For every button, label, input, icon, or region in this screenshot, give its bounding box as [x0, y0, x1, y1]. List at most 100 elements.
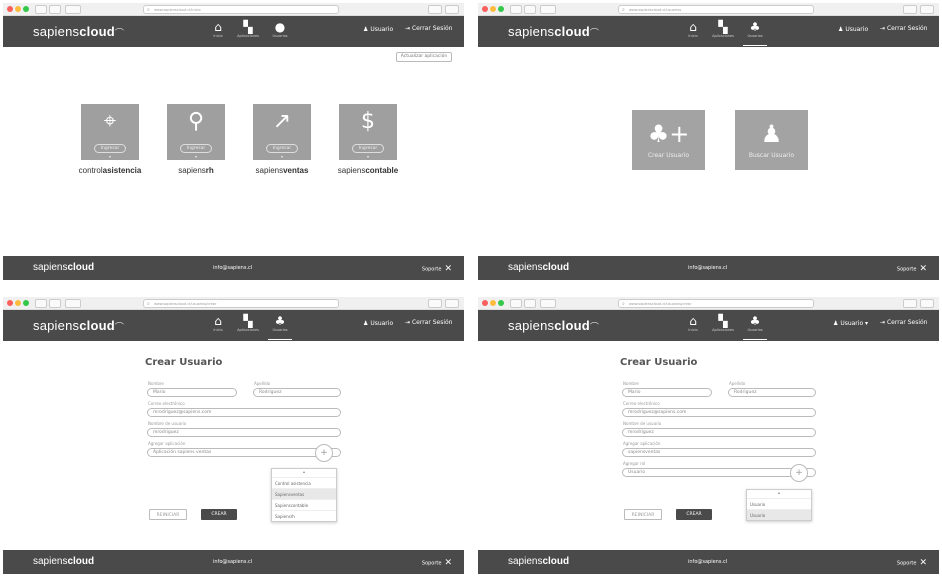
tabs-button[interactable] [445, 5, 459, 14]
nav-aplicaciones[interactable]: ▚ Aplicaciones [233, 314, 263, 338]
logout-button[interactable]: ⇥ Cerrar Sesión [880, 25, 927, 32]
dropdown-item[interactable]: Usuario [747, 498, 811, 509]
share-button[interactable] [428, 5, 442, 14]
nav-usuarios[interactable]: ♣ Usuarios [740, 20, 770, 46]
create-button[interactable]: CREAR [201, 509, 237, 520]
support-link[interactable]: Soporte ✕ [422, 264, 452, 274]
app-tile-rh[interactable]: ⚲ Ingresar ▾ [167, 104, 225, 160]
nav-aplicaciones[interactable]: ▚ Aplicaciones [233, 20, 263, 44]
forward-button[interactable] [524, 5, 536, 14]
nombre-field[interactable]: Mario [147, 388, 237, 397]
logo[interactable]: sapienscloud⌒ [508, 318, 599, 333]
maximize-dot[interactable] [23, 6, 29, 12]
maximize-dot[interactable] [498, 6, 504, 12]
close-dot[interactable] [482, 300, 488, 306]
footer-email[interactable]: info@sapiens.cl [213, 265, 252, 271]
nav-inicio[interactable]: ⌂ Inicio [678, 314, 708, 338]
apps-icon: ▚ [718, 314, 728, 328]
search-user-tile[interactable]: ♟ Buscar Usuario [735, 110, 808, 170]
nav-usuarios[interactable]: ● Usuarios [265, 20, 295, 44]
apellido-field[interactable]: Rodriguez [728, 388, 816, 397]
dropdown-item[interactable]: Control asistencia [272, 477, 336, 488]
sidebar-button[interactable] [65, 299, 81, 308]
tabs-button[interactable] [920, 5, 934, 14]
back-button[interactable] [35, 5, 47, 14]
user-menu[interactable]: ♟ Usuario ▾ [833, 320, 868, 327]
logo[interactable]: sapienscloud⌒ [508, 24, 599, 39]
update-app-button[interactable]: Actualizar aplicación [396, 52, 452, 62]
close-dot[interactable] [482, 6, 488, 12]
app-tile-contable[interactable]: $ Ingresar ▾ [339, 104, 397, 160]
correo-field[interactable]: mrodriguez@sapiens.com [622, 408, 816, 417]
forward-button[interactable] [49, 5, 61, 14]
create-button[interactable]: CREAR [676, 509, 712, 520]
url-bar[interactable]: ⌕ www.sapienscloud.cl/usuarios/crear [143, 299, 339, 308]
reset-button[interactable]: REINICIAR [624, 509, 662, 520]
minimize-dot[interactable] [490, 6, 496, 12]
back-button[interactable] [35, 299, 47, 308]
url-bar[interactable]: ⌕ www.sapienscloud.cl/inicio [143, 5, 339, 14]
reset-button[interactable]: REINICIAR [149, 509, 187, 520]
logo[interactable]: sapienscloud⌒ [33, 318, 124, 333]
nav-usuarios[interactable]: ♣ Usuarios [740, 314, 770, 340]
footer-email[interactable]: info@sapiens.cl [213, 559, 252, 565]
correo-field[interactable]: mrodriguez@sapiens.com [147, 408, 341, 417]
footer-email[interactable]: info@sapiens.cl [688, 559, 727, 565]
nav-aplicaciones[interactable]: ▚ Aplicaciones [708, 20, 738, 44]
footer-email[interactable]: info@sapiens.cl [688, 265, 727, 271]
nav-usuarios[interactable]: ♣ Usuarios [265, 314, 295, 340]
logout-button[interactable]: ⇥ Cerrar Sesión [405, 25, 452, 32]
add-role-button[interactable]: + [790, 464, 808, 482]
minimize-dot[interactable] [15, 6, 21, 12]
apellido-field[interactable]: Rodriguez [253, 388, 341, 397]
create-user-tile[interactable]: ♣+ Crear Usuario [632, 110, 705, 170]
agregar-aplicacion-select[interactable]: sapiensventas [622, 448, 816, 457]
agregar-aplicacion-field[interactable]: Aplicación sapiens ventas [147, 448, 341, 457]
url-bar[interactable]: ⌕ www.sapienscloud.cl/usuarios [618, 5, 814, 14]
app-tile-ventas[interactable]: ↗ Ingresar ▾ [253, 104, 311, 160]
logo[interactable]: sapienscloud⌒ [33, 24, 124, 39]
sidebar-button[interactable] [540, 299, 556, 308]
back-button[interactable] [510, 299, 522, 308]
dropdown-item[interactable]: Usuario [747, 509, 811, 520]
dropdown-item[interactable]: Sapiensrh [272, 510, 336, 521]
user-menu[interactable]: ♟ Usuario [838, 26, 868, 33]
minimize-dot[interactable] [490, 300, 496, 306]
support-link[interactable]: Soporte ✕ [422, 558, 452, 568]
nav-inicio[interactable]: ⌂ Inicio [203, 314, 233, 338]
support-link[interactable]: Soporte ✕ [897, 558, 927, 568]
nav-aplicaciones[interactable]: ▚ Aplicaciones [708, 314, 738, 338]
logout-button[interactable]: ⇥ Cerrar Sesión [880, 319, 927, 326]
nombre-field[interactable]: Mario [622, 388, 712, 397]
app-tile-control[interactable]: ⌖ Ingresar ▾ [81, 104, 139, 160]
forward-button[interactable] [524, 299, 536, 308]
user-menu[interactable]: ♟ Usuario [363, 26, 393, 33]
forward-button[interactable] [49, 299, 61, 308]
nombre-usuario-field[interactable]: mrodriguez [622, 428, 816, 437]
logout-button[interactable]: ⇥ Cerrar Sesión [405, 319, 452, 326]
close-dot[interactable] [7, 6, 13, 12]
sidebar-button[interactable] [65, 5, 81, 14]
add-app-button[interactable]: + [315, 444, 333, 462]
agregar-rol-field[interactable]: Usuario [622, 468, 816, 477]
tabs-button[interactable] [920, 299, 934, 308]
nav-inicio[interactable]: ⌂ Inicio [678, 20, 708, 44]
url-bar[interactable]: ⌕ www.sapienscloud.cl/usuarios/crear [618, 299, 814, 308]
back-button[interactable] [510, 5, 522, 14]
share-button[interactable] [428, 299, 442, 308]
panel-home: ⌕ www.sapienscloud.cl/inicio sapienscloud… [3, 3, 464, 280]
nombre-usuario-field[interactable]: mrodriguez [147, 428, 341, 437]
support-link[interactable]: Soporte ✕ [897, 264, 927, 274]
dropdown-item[interactable]: Sapienscontable [272, 499, 336, 510]
sidebar-button[interactable] [540, 5, 556, 14]
close-dot[interactable] [7, 300, 13, 306]
share-button[interactable] [903, 5, 917, 14]
user-menu[interactable]: ♟ Usuario [363, 320, 393, 327]
maximize-dot[interactable] [498, 300, 504, 306]
tabs-button[interactable] [445, 299, 459, 308]
maximize-dot[interactable] [23, 300, 29, 306]
minimize-dot[interactable] [15, 300, 21, 306]
share-button[interactable] [903, 299, 917, 308]
dropdown-item[interactable]: Sapiensventas [272, 488, 336, 499]
nav-inicio[interactable]: ⌂ Inicio [203, 20, 233, 44]
